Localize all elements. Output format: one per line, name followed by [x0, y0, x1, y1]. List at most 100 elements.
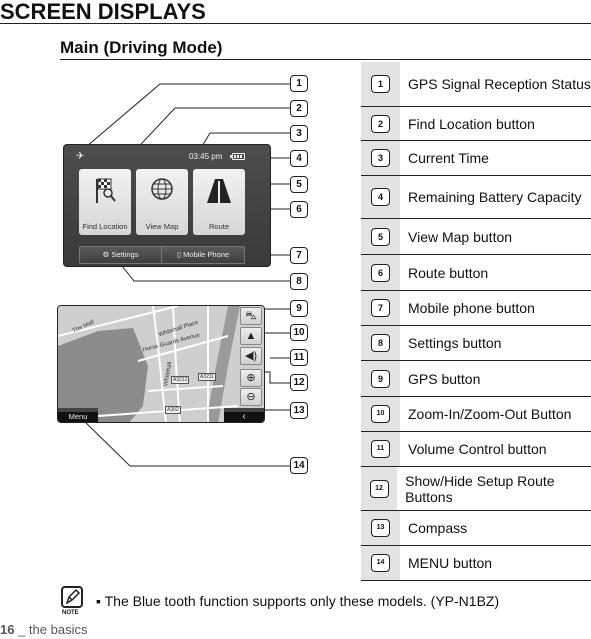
globe-icon: [151, 178, 173, 200]
callout-7: 7: [290, 247, 308, 264]
legend-text: Remaining Battery Capacity: [408, 189, 582, 205]
footer-text: _ the basics: [14, 622, 88, 637]
current-time: 03:45 pm: [189, 152, 223, 161]
legend-number: 8: [371, 334, 390, 352]
legend-row: 6 Route button: [361, 255, 591, 291]
legend-number: 13: [371, 519, 390, 537]
legend-row: 7 Mobile phone button: [361, 291, 591, 326]
legend-row: 12 Show/Hide Setup Route Buttons: [361, 467, 591, 511]
road-shield: A3212: [171, 376, 190, 384]
legend-row: 1 GPS Signal Reception Status: [361, 62, 591, 107]
legend-text: Mobile phone button: [408, 300, 535, 316]
find-location-label: Find Location: [82, 222, 128, 231]
satellite-icon: ✈: [76, 151, 85, 162]
legend-text: Find Location button: [408, 115, 535, 132]
volume-button[interactable]: ◀): [240, 347, 262, 365]
legend-row: 8 Settings button: [361, 326, 591, 361]
settings-label: Settings: [111, 250, 139, 259]
menu-button[interactable]: Menu: [58, 408, 98, 422]
road-icon: [207, 179, 231, 203]
speaker-icon: ◀): [244, 350, 258, 362]
legend-row: 14 MENU button: [361, 546, 591, 581]
battery-icon: [230, 153, 245, 160]
legend-text: MENU button: [408, 555, 493, 571]
callout-1: 1: [290, 75, 308, 92]
title-divider: [0, 23, 591, 24]
legend-table: 1 GPS Signal Reception Status 2 Find Locat…: [361, 62, 591, 581]
section-divider: [60, 59, 591, 60]
bottom-bar: ⚙ Settings ▯ Mobile Phone: [79, 246, 245, 264]
legend-number: 1: [371, 75, 390, 93]
direction-arrow-icon: ▲: [245, 330, 257, 342]
legend-number: 11: [371, 440, 390, 458]
road-shield: A3211: [198, 373, 217, 381]
legend-row: 13 Compass: [361, 511, 591, 546]
callout-3: 3: [290, 125, 308, 142]
page-number: 16: [0, 622, 15, 637]
car-icon: ⛍: [245, 310, 257, 322]
home-screen: ✈ 03:45 pm Find Location View Map Route: [63, 144, 271, 267]
legend-row: 3 Current Time: [361, 141, 591, 176]
legend-number: 5: [371, 227, 390, 246]
callout-10: 10: [290, 324, 308, 341]
legend-number: 2: [371, 114, 390, 133]
route-label: Route: [208, 222, 229, 231]
compass-button[interactable]: ‹: [224, 408, 264, 422]
road-shield: A302: [165, 406, 181, 414]
legend-row: 2 Find Location button: [361, 107, 591, 141]
mobile-phone-button[interactable]: ▯ Mobile Phone: [162, 247, 244, 263]
gps-button[interactable]: ⛍: [240, 307, 262, 325]
gear-icon: ⚙: [102, 250, 110, 259]
legend-number: 10: [371, 405, 390, 423]
zoom-out-button[interactable]: ⊖: [240, 388, 262, 406]
legend-text: GPS Signal Reception Status: [408, 76, 591, 92]
legend-row: 5 View Map button: [361, 219, 591, 255]
legend-text: Current Time: [408, 150, 489, 166]
callout-8: 8: [290, 273, 308, 290]
legend-number: 12: [369, 479, 389, 498]
legend-row: 9 GPS button: [361, 361, 591, 397]
legend-number: 6: [371, 263, 390, 282]
settings-button[interactable]: ⚙ Settings: [80, 247, 162, 263]
legend-row: 11 Volume Control button: [361, 432, 591, 467]
legend-row: 10 Zoom-In/Zoom-Out Button: [361, 397, 591, 432]
callout-2: 2: [290, 100, 308, 117]
legend-text: View Map button: [408, 228, 513, 245]
legend-text: Compass: [408, 520, 468, 536]
zoom-in-button[interactable]: ⊕: [240, 369, 262, 387]
find-location-button[interactable]: Find Location: [79, 169, 131, 235]
callout-13: 13: [290, 402, 308, 419]
legend-text: Zoom-In/Zoom-Out Button: [408, 406, 572, 422]
checkered-flag-magnifier-icon: [96, 178, 116, 203]
view-map-button[interactable]: View Map: [136, 169, 188, 235]
route-button[interactable]: Route: [193, 169, 245, 235]
callout-4: 4: [290, 150, 308, 167]
legend-text: Settings button: [408, 335, 502, 351]
mobile-phone-label: Mobile Phone: [183, 250, 230, 259]
note-pencil-icon: [61, 586, 83, 608]
legend-text: Show/Hide Setup Route Buttons: [405, 472, 555, 505]
view-map-label: View Map: [145, 222, 179, 231]
zoom-in-icon: ⊕: [246, 372, 256, 384]
legend-number: 7: [371, 299, 390, 317]
callout-11: 11: [290, 349, 308, 366]
note-label: NOTE: [62, 610, 79, 616]
zoom-out-icon: ⊖: [246, 391, 256, 403]
note-text: ▪ The Blue tooth function supports only …: [96, 593, 500, 609]
callout-9: 9: [290, 300, 308, 317]
section-title: Main (Driving Mode): [60, 38, 223, 57]
legend-text: Route button: [408, 264, 489, 281]
direction-button[interactable]: ▲: [240, 327, 262, 345]
callout-14: 14: [290, 457, 308, 474]
map-screen: Whitehall Place Horse Guards Avenue The …: [57, 305, 265, 423]
legend-number: 3: [371, 149, 390, 167]
legend-text: GPS button: [408, 370, 481, 387]
legend-number: 14: [371, 554, 390, 572]
legend-number: 9: [371, 369, 390, 388]
callout-12: 12: [290, 374, 308, 391]
legend-text: Volume Control button: [408, 441, 547, 457]
mobile-phone-icon: ▯: [176, 250, 182, 259]
page-title: SCREEN DISPLAYS: [0, 0, 206, 24]
callout-5: 5: [290, 176, 308, 193]
page-footer: 16 _ the basics: [0, 622, 87, 637]
